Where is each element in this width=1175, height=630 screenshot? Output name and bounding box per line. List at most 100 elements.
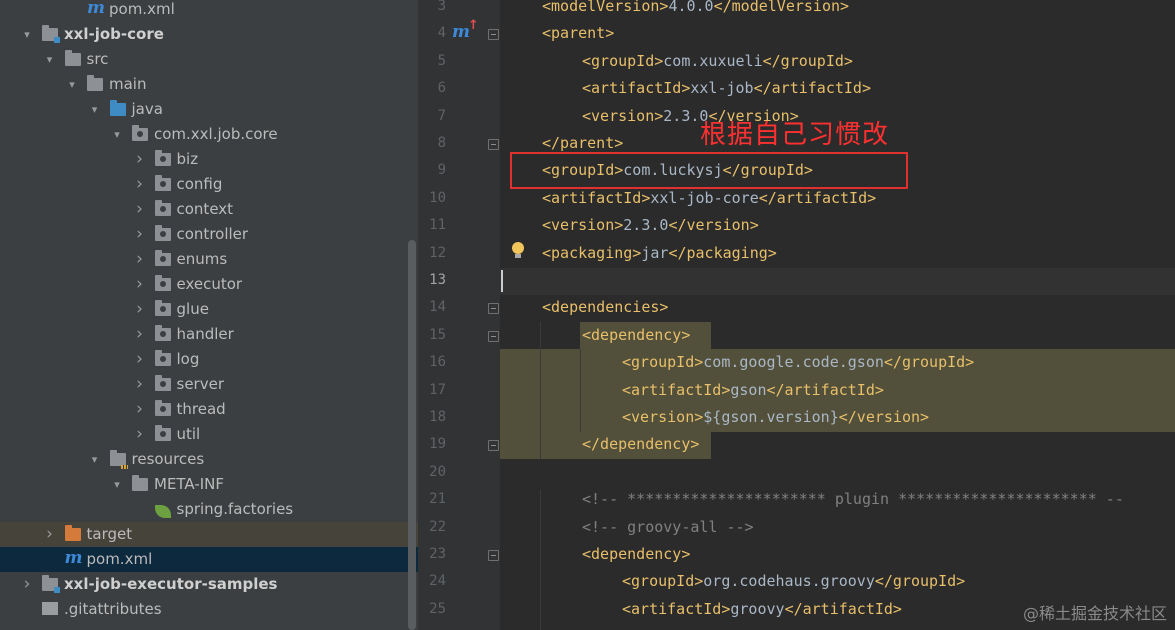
- line-number: 9: [437, 162, 446, 179]
- xml-tag: <version>: [622, 408, 704, 426]
- chevron-right-icon[interactable]: ›: [43, 522, 57, 547]
- tree-item[interactable]: › xxl-job-executor-samples: [0, 572, 418, 597]
- tree-item[interactable]: m pom.xml: [0, 547, 418, 572]
- code-line[interactable]: <!-- groovy-all -->: [582, 514, 754, 541]
- lightbulb-icon[interactable]: [512, 242, 524, 258]
- tree-item-label: resources: [131, 450, 205, 468]
- chevron-down-icon[interactable]: ▾: [20, 22, 34, 47]
- xml-tag: <artifactId>: [622, 599, 731, 618]
- tree-item[interactable]: › biz: [0, 147, 418, 172]
- chevron-right-icon[interactable]: ›: [133, 222, 147, 247]
- tree-item[interactable]: ▾ com.xxl.job.core: [0, 122, 418, 147]
- code-line[interactable]: <artifactId>gson</artifactId>: [622, 377, 884, 404]
- tree-item[interactable]: ▾ java: [0, 97, 418, 122]
- fold-icon[interactable]: [488, 29, 499, 41]
- tree-item[interactable]: › thread: [0, 397, 418, 422]
- code-line[interactable]: </dependency>: [582, 431, 699, 458]
- tree-item[interactable]: › server: [0, 372, 418, 397]
- chevron-right-icon[interactable]: ›: [20, 572, 34, 597]
- line-number: 24: [429, 573, 446, 590]
- code-line[interactable]: <groupId>com.google.code.gson</groupId>: [622, 349, 974, 376]
- tree-item[interactable]: ▾ main: [0, 72, 418, 97]
- package-icon: [154, 325, 171, 341]
- chevron-right-icon[interactable]: ›: [133, 147, 147, 172]
- code-line[interactable]: <artifactId>xxl-job</artifactId>: [582, 75, 871, 102]
- tree-item[interactable]: ▾ xxl-job-core: [0, 22, 418, 47]
- chevron-right-icon[interactable]: ›: [133, 197, 147, 222]
- tree-item[interactable]: ▾ src: [0, 47, 418, 72]
- fold-icon[interactable]: [488, 303, 499, 315]
- chevron-down-icon[interactable]: ▾: [110, 472, 124, 497]
- code-line[interactable]: <version>${gson.version}</version>: [622, 404, 929, 431]
- xml-tag: <version>: [542, 216, 624, 235]
- code-line[interactable]: <dependency>: [582, 541, 690, 568]
- xml-comment: <!-- ********************** plugin *****…: [582, 490, 1124, 509]
- tree-item[interactable]: › executor: [0, 272, 418, 297]
- xml-tag: <dependency>: [582, 325, 691, 344]
- code-line[interactable]: <parent>: [542, 20, 614, 47]
- tree-item-label: pom.xml: [86, 550, 153, 568]
- xml-text: xxl-job: [690, 79, 754, 98]
- xml-tag: </groupId>: [874, 572, 966, 591]
- tree-item[interactable]: › context: [0, 197, 418, 222]
- chevron-right-icon[interactable]: ›: [133, 272, 147, 297]
- code-line[interactable]: <!-- ********************** plugin *****…: [582, 486, 1124, 513]
- tree-item[interactable]: › enums: [0, 247, 418, 272]
- chevron-right-icon[interactable]: ›: [133, 247, 147, 272]
- tree-item-label: server: [176, 375, 224, 393]
- tree-item[interactable]: › config: [0, 172, 418, 197]
- fold-icon[interactable]: [488, 330, 499, 342]
- fold-icon[interactable]: [488, 550, 499, 561]
- resources-folder-icon: [109, 450, 128, 469]
- tree-item[interactable]: › handler: [0, 322, 418, 347]
- code-line[interactable]: <dependency>: [582, 322, 690, 349]
- package-icon: [154, 375, 171, 391]
- tree-item-label: executor: [176, 275, 243, 293]
- navigate-parent-arrow-icon[interactable]: ↑: [468, 18, 479, 33]
- chevron-down-icon[interactable]: ▾: [88, 447, 102, 472]
- xml-tag: </groupId>: [883, 353, 975, 372]
- code-line[interactable]: <version>2.3.0</version>: [542, 212, 759, 239]
- xml-tag: </artifactId>: [784, 599, 902, 618]
- tree-item-label: context: [176, 200, 234, 218]
- tree-item[interactable]: › util: [0, 422, 418, 447]
- current-line-highlight: [500, 268, 1175, 295]
- line-number: 11: [429, 217, 446, 234]
- tree-item[interactable]: › glue: [0, 297, 418, 322]
- code-line[interactable]: <groupId>org.codehaus.groovy</groupId>: [622, 568, 965, 595]
- tree-item[interactable]: spring.factories: [0, 497, 418, 522]
- code-line[interactable]: <groupId>com.xuxueli</groupId>: [582, 48, 853, 75]
- xml-tag: <groupId>: [622, 353, 704, 372]
- chevron-down-icon[interactable]: ▾: [43, 47, 57, 72]
- chevron-down-icon[interactable]: ▾: [88, 97, 102, 122]
- tree-item[interactable]: ▾ META-INF: [0, 472, 418, 497]
- fold-icon[interactable]: [488, 440, 499, 452]
- tree-item[interactable]: › log: [0, 347, 418, 372]
- line-number: 21: [429, 491, 446, 508]
- tree-item[interactable]: .gitattributes: [0, 597, 418, 622]
- xml-tag: <artifactId>: [622, 380, 731, 399]
- chevron-right-icon[interactable]: ›: [133, 172, 147, 197]
- code-line[interactable]: <modelVersion>4.0.0</modelVersion>: [542, 0, 849, 20]
- chevron-down-icon[interactable]: ▾: [65, 72, 79, 97]
- chevron-right-icon[interactable]: ›: [133, 372, 147, 397]
- fold-icon[interactable]: [488, 139, 499, 150]
- tree-item-label: xxl-job-executor-samples: [64, 575, 278, 593]
- chevron-right-icon[interactable]: ›: [133, 297, 147, 322]
- code-line[interactable]: <packaging>jar</packaging>: [542, 240, 777, 267]
- tree-item[interactable]: › target: [0, 522, 418, 547]
- line-number: 7: [437, 107, 446, 124]
- chevron-right-icon[interactable]: ›: [133, 422, 147, 447]
- chevron-right-icon[interactable]: ›: [133, 397, 147, 422]
- tree-item[interactable]: m pom.xml: [0, 0, 418, 22]
- tree-item[interactable]: ▾ resources: [0, 447, 418, 472]
- line-number: 18: [429, 409, 446, 425]
- code-line[interactable]: <artifactId>groovy</artifactId>: [622, 596, 902, 623]
- project-tree-scrollbar[interactable]: [408, 240, 416, 630]
- chevron-right-icon[interactable]: ›: [133, 322, 147, 347]
- code-line[interactable]: <dependencies>: [542, 294, 668, 321]
- tree-item[interactable]: › controller: [0, 222, 418, 247]
- chevron-right-icon[interactable]: ›: [133, 347, 147, 372]
- chevron-down-icon[interactable]: ▾: [110, 122, 124, 147]
- xml-tag: <packaging>: [542, 243, 642, 262]
